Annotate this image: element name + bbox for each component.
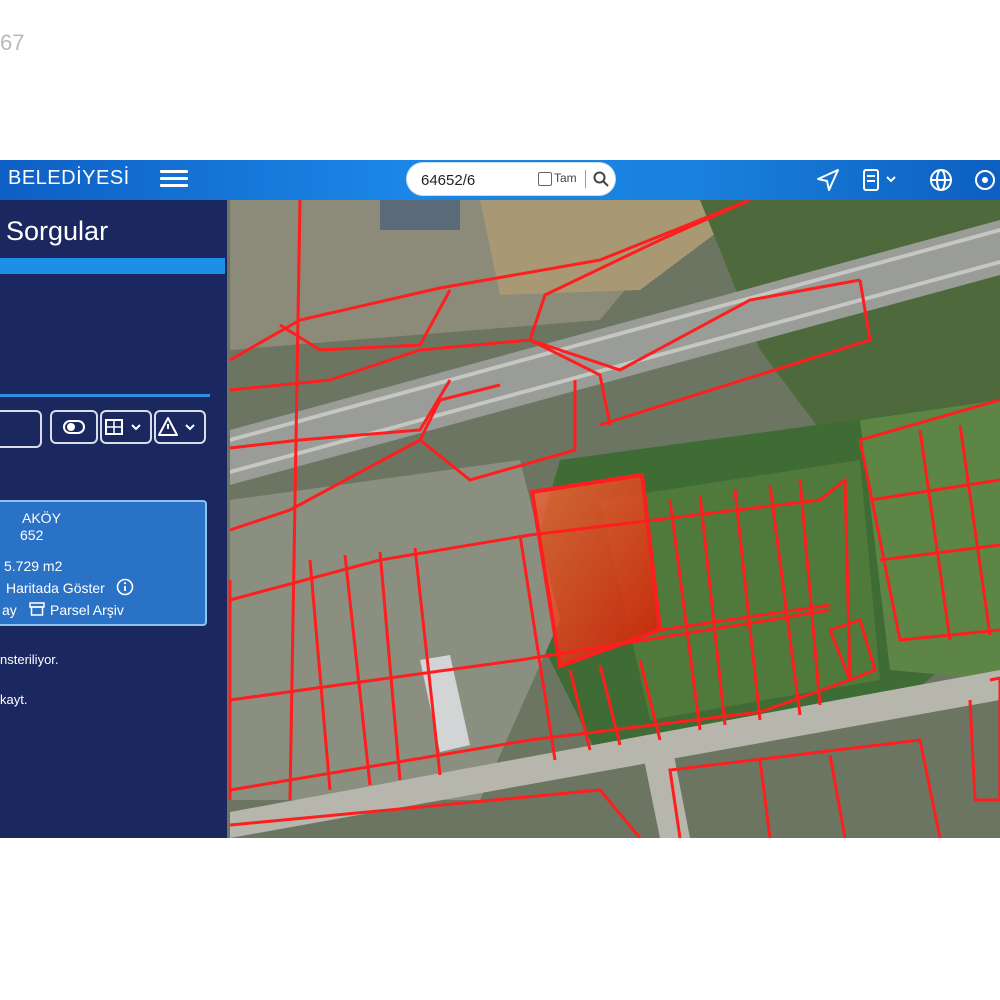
status-message: nsteriliyor. bbox=[0, 652, 59, 667]
parcel-result-card[interactable]: AKÖY 652 5.729 m2 Haritada Göster ay Par… bbox=[0, 500, 207, 626]
navigation-arrow-icon[interactable] bbox=[815, 167, 841, 193]
status-message-2: kayt. bbox=[0, 692, 28, 707]
corner-number: 67 bbox=[0, 30, 25, 55]
warning-dropdown-button[interactable] bbox=[154, 410, 206, 444]
parcel-number: 652 bbox=[20, 527, 44, 543]
tam-label: Tam bbox=[554, 171, 577, 185]
search-input[interactable] bbox=[419, 169, 533, 191]
panel-title: Sorgular bbox=[6, 216, 109, 246]
query-input[interactable] bbox=[0, 410, 42, 448]
hamburger-icon[interactable] bbox=[160, 166, 188, 194]
search-icon[interactable] bbox=[592, 170, 610, 188]
query-panel: Sorgular AKÖY 652 5.729 m2 Haritada Göst… bbox=[0, 200, 227, 838]
parcel-archive-link[interactable]: Parsel Arşiv bbox=[50, 602, 124, 618]
top-bar: BELEDİYESİ Tam bbox=[0, 160, 1000, 200]
globe-icon[interactable] bbox=[928, 167, 954, 193]
layers-icon[interactable] bbox=[860, 167, 900, 193]
gis-app: BELEDİYESİ Tam bbox=[0, 160, 1000, 838]
archive-icon bbox=[29, 602, 45, 616]
location-pin-icon[interactable] bbox=[972, 167, 998, 193]
toggle-button[interactable] bbox=[50, 410, 98, 444]
parcel-area: 5.729 m2 bbox=[4, 558, 63, 574]
village-name: AKÖY bbox=[22, 510, 61, 526]
table-dropdown-button[interactable] bbox=[100, 410, 152, 444]
divider bbox=[585, 170, 586, 188]
panel-tab-bar[interactable] bbox=[0, 258, 225, 274]
brand-title: BELEDİYESİ bbox=[8, 167, 130, 189]
table-icon bbox=[105, 419, 141, 435]
divider bbox=[0, 394, 210, 397]
warning-icon bbox=[158, 417, 195, 436]
show-on-map-link[interactable]: Haritada Göster bbox=[6, 580, 105, 596]
detail-link[interactable]: ay bbox=[2, 602, 17, 618]
search-box: Tam bbox=[407, 163, 615, 195]
toggle-icon bbox=[63, 420, 85, 434]
info-icon[interactable] bbox=[116, 578, 134, 596]
tam-checkbox[interactable] bbox=[538, 172, 552, 186]
